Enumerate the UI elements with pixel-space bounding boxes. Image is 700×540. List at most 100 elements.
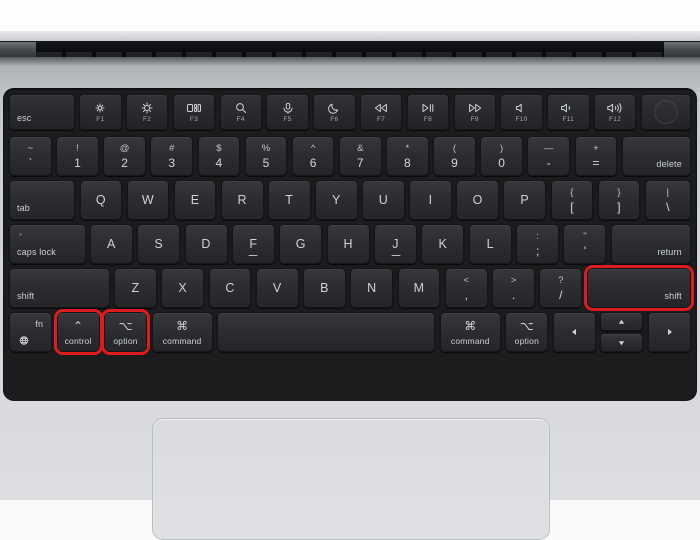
key-command-left[interactable]: ⌘ command [151, 312, 213, 352]
key-arrow-up[interactable] [600, 312, 644, 331]
key-f2[interactable]: F2 [125, 94, 169, 130]
key-arrow-left[interactable] [552, 312, 596, 352]
key-digit-6[interactable]: ^ 6 [291, 136, 335, 176]
key-key-t[interactable]: T [267, 180, 311, 220]
key-f1[interactable]: F1 [79, 94, 122, 130]
key-slash[interactable]: ? / [539, 268, 583, 308]
key-f5[interactable]: F5 [266, 94, 309, 130]
key-f10[interactable]: F10 [500, 94, 543, 130]
key-legend: V [272, 280, 282, 295]
key-command-right[interactable]: ⌘ command [439, 312, 501, 352]
key-equal[interactable]: + = [574, 136, 618, 176]
function-row: esc F1 F2 F3 F4 F5 F6 F7 F8 F9 F10 F11 F… [3, 94, 697, 130]
key-key-e[interactable]: E [173, 180, 217, 220]
key-key-a[interactable]: A [89, 224, 133, 264]
key-key-n[interactable]: N [350, 268, 394, 308]
key-caps-lock[interactable]: caps lock [9, 224, 86, 264]
key-digit-5[interactable]: % 5 [244, 136, 288, 176]
key-key-w[interactable]: W [126, 180, 170, 220]
key-legend: shift [17, 291, 35, 301]
key-period[interactable]: >. [492, 268, 535, 308]
key-key-l[interactable]: L [468, 224, 512, 264]
modifier-glyph: ⌃ [73, 319, 84, 333]
key-legend-base: [ [570, 200, 574, 214]
key-legend: B [320, 280, 329, 295]
key-fn[interactable]: fn [9, 312, 53, 352]
key-key-p[interactable]: P [503, 180, 547, 220]
key-legend: W [141, 192, 155, 207]
key-option-right[interactable]: ⌥ option [505, 312, 549, 352]
key-f8[interactable]: F8 [406, 94, 450, 130]
key-digit-4[interactable]: $4 [197, 136, 241, 176]
key-key-v[interactable]: V [255, 268, 299, 308]
rewind-icon [361, 102, 401, 114]
key-space[interactable] [217, 312, 436, 352]
key-comma[interactable]: <, [444, 268, 488, 308]
key-shift-left[interactable]: shift [9, 268, 110, 308]
key-quote[interactable]: " ' [563, 224, 607, 264]
key-legend-base: 8 [404, 156, 411, 170]
key-minus[interactable]: — - [527, 136, 571, 176]
key-digit-1[interactable]: ! 1 [56, 136, 99, 176]
key-key-q[interactable]: Q [79, 180, 123, 220]
key-key-h[interactable]: H [326, 224, 370, 264]
key-option-left[interactable]: ⌥ option [104, 312, 148, 352]
key-key-b[interactable]: B [303, 268, 346, 308]
key-digit-3[interactable]: #3 [150, 136, 194, 176]
key-legend-shifted: # [169, 143, 175, 154]
key-digit-8[interactable]: * 8 [386, 136, 429, 176]
key-f12[interactable]: F12 [593, 94, 637, 130]
key-shift-right[interactable]: shift [586, 268, 691, 308]
hinge-cap-left [0, 42, 36, 57]
key-f3[interactable]: F3 [172, 94, 216, 130]
key-return[interactable]: return [610, 224, 691, 264]
key-f9[interactable]: F9 [453, 94, 496, 130]
key-legend-base: 6 [309, 156, 317, 170]
key-legend-shifted: % [261, 143, 271, 154]
key-bracket-left[interactable]: {[ [550, 180, 594, 220]
key-key-g[interactable]: G [279, 224, 323, 264]
key-esc[interactable]: esc [9, 94, 75, 130]
trackpad[interactable] [152, 418, 550, 540]
key-arrow-down[interactable] [600, 333, 644, 352]
key-digit-7[interactable]: & 7 [338, 136, 382, 176]
key-digit-9[interactable]: (9 [433, 136, 476, 176]
key-semicolon[interactable]: :; [516, 224, 560, 264]
key-key-r[interactable]: R [220, 180, 264, 220]
key-control[interactable]: ⌃ control [56, 312, 100, 352]
key-backslash[interactable]: | \ [644, 180, 691, 220]
key-key-f[interactable]: F [231, 224, 275, 264]
key-tab[interactable]: tab [9, 180, 76, 220]
key-bracket-right[interactable]: }] [597, 180, 641, 220]
key-key-d[interactable]: D [184, 224, 228, 264]
key-key-m[interactable]: M [397, 268, 441, 308]
key-touch-id[interactable] [640, 94, 691, 130]
key-digit-0[interactable]: ) 0 [480, 136, 523, 176]
key-f11[interactable]: F11 [547, 94, 590, 130]
key-f4[interactable]: F4 [219, 94, 262, 130]
key-f7[interactable]: F7 [359, 94, 403, 130]
key-digit-2[interactable]: @2 [103, 136, 146, 176]
modifier-glyph: ⌘ [176, 319, 189, 333]
deck-shadow [0, 57, 700, 66]
key-key-j[interactable]: J [374, 224, 418, 264]
key-f6[interactable]: F6 [313, 94, 356, 130]
key-key-c[interactable]: C [208, 268, 252, 308]
key-key-s[interactable]: S [137, 224, 181, 264]
key-key-y[interactable]: Y [315, 180, 358, 220]
key-key-o[interactable]: O [456, 180, 500, 220]
key-key-z[interactable]: Z [114, 268, 157, 308]
fkey-label: F9 [470, 115, 479, 123]
keyboard[interactable]: esc F1 F2 F3 F4 F5 F6 F7 F8 F9 F10 F11 F… [3, 88, 697, 401]
key-key-k[interactable]: K [421, 224, 465, 264]
key-key-u[interactable]: U [362, 180, 405, 220]
key-key-x[interactable]: X [161, 268, 205, 308]
fkey-label: F5 [283, 115, 292, 123]
key-arrow-right[interactable] [647, 312, 691, 352]
key-key-i[interactable]: I [409, 180, 452, 220]
fkey-label: F6 [330, 115, 339, 123]
key-delete[interactable]: delete [621, 136, 691, 176]
fkey-label: F2 [143, 115, 152, 123]
key-backtick[interactable]: ~ ` [9, 136, 52, 176]
arrow-up-icon [601, 318, 642, 325]
